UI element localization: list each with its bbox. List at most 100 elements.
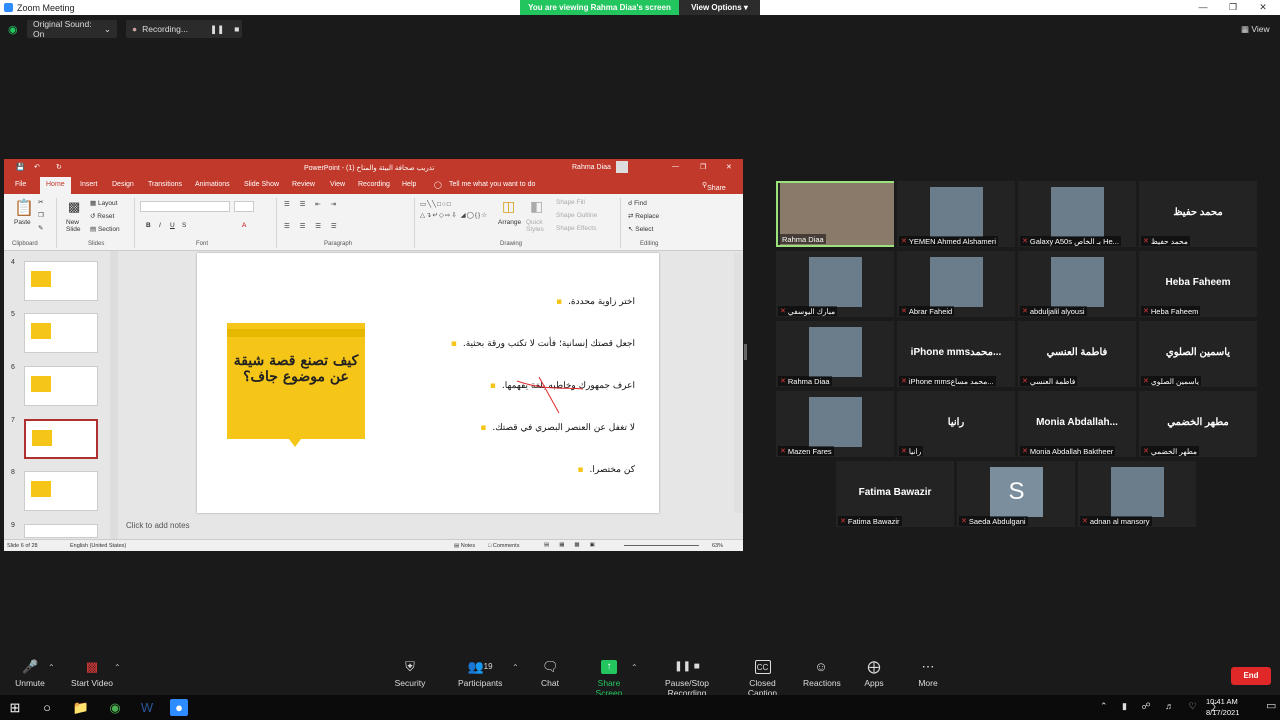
participant-tile[interactable]: فاطمة العنسي ✕ فاطمة العنسي: [1018, 321, 1136, 387]
chevron-up-icon[interactable]: ⌃: [512, 663, 519, 672]
participant-tile[interactable]: ياسمين الصلوي ✕ ياسمين الصلوي: [1139, 321, 1257, 387]
layout-button[interactable]: ▦ Layout: [90, 199, 117, 207]
replace-button[interactable]: ⇄ Replace: [628, 212, 659, 220]
closed-caption-button[interactable]: CC Closed Caption: [735, 657, 790, 698]
participant-tile[interactable]: ✕ abduljalil alyousi: [1018, 251, 1136, 317]
list-icons[interactable]: ☰ ☰ ⇤ ⇥: [284, 200, 340, 208]
comments-button[interactable]: □ Comments: [488, 543, 519, 549]
view-options-button[interactable]: View Options ▾: [679, 0, 760, 15]
participant-tile[interactable]: ✕ Abrar Faheid: [897, 251, 1015, 317]
participant-tile[interactable]: محمد حفيظ ✕ محمد حفيظ: [1139, 181, 1257, 247]
chrome-icon[interactable]: ◉: [106, 699, 124, 716]
participant-tile[interactable]: رانيا ✕ رانيا: [897, 391, 1015, 457]
participant-tile[interactable]: ✕ Mazen Fares: [776, 391, 894, 457]
arrange-button[interactable]: Arrange: [498, 219, 521, 226]
ppt-close-icon[interactable]: ✕: [726, 163, 732, 171]
undo-icon[interactable]: ↶: [34, 163, 40, 171]
pause-stop-recording-button[interactable]: ❚❚ ■ Pause/Stop Recording: [647, 657, 727, 698]
tab-insert[interactable]: Insert: [80, 181, 98, 188]
file-explorer-icon[interactable]: 📁: [72, 699, 90, 716]
slide-thumbnail[interactable]: [24, 524, 98, 538]
quick-styles-button[interactable]: Quick Styles: [526, 219, 550, 233]
shape-fill-button[interactable]: Shape Fill: [556, 199, 585, 206]
tab-review[interactable]: Review: [292, 181, 315, 188]
tab-animations[interactable]: Animations: [195, 181, 230, 188]
view-mode-icons[interactable]: ▤▦▩▣: [544, 542, 605, 548]
participant-tile[interactable]: Rahma Diaa: [776, 181, 894, 247]
find-button[interactable]: ☌ Find: [628, 199, 647, 207]
align-icons[interactable]: ☰ ☰ ☰ ☰: [284, 222, 341, 230]
save-icon[interactable]: 💾: [16, 163, 25, 171]
view-button[interactable]: ▦ View: [1241, 24, 1270, 35]
tell-me-search[interactable]: Tell me what you want to do: [449, 181, 535, 188]
participant-tile[interactable]: Fatima Bawazir ✕ Fatima Bawazir: [836, 461, 954, 527]
notes-pane[interactable]: Click to add notes: [122, 521, 737, 536]
redo-icon[interactable]: ↻: [56, 163, 62, 171]
end-meeting-button[interactable]: End: [1231, 667, 1271, 685]
share-button[interactable]: ⚲ Share: [702, 181, 726, 192]
minimize-icon[interactable]: —: [1188, 0, 1218, 15]
close-icon[interactable]: ✕: [1248, 0, 1278, 15]
paste-button[interactable]: Paste: [14, 219, 31, 226]
word-icon[interactable]: W: [138, 699, 156, 716]
arrange-icon[interactable]: ◫: [502, 198, 515, 215]
tab-recording[interactable]: Recording: [358, 181, 390, 188]
zoom-level[interactable]: 63%: [712, 543, 723, 549]
original-sound-button[interactable]: Original Sound: On ⌄: [27, 19, 117, 39]
start-video-button[interactable]: ▩ Start Video: [70, 657, 114, 689]
tab-slide-show[interactable]: Slide Show: [244, 181, 279, 188]
zoom-slider[interactable]: [624, 545, 699, 546]
tab-help[interactable]: Help: [402, 181, 416, 188]
ppt-maximize-icon[interactable]: ❐: [700, 163, 706, 171]
section-button[interactable]: ▤ Section: [90, 225, 120, 233]
italic-icon[interactable]: I: [159, 222, 161, 229]
slide-thumbnail[interactable]: [24, 366, 98, 406]
shape-effects-button[interactable]: Shape Effects: [556, 225, 596, 232]
participant-tile[interactable]: ✕ مبارك اليوسفي: [776, 251, 894, 317]
participants-button[interactable]: 👥19 Participants: [458, 657, 502, 689]
search-icon[interactable]: ○: [38, 699, 56, 716]
tab-home[interactable]: Home: [40, 177, 71, 194]
split-divider-handle[interactable]: [744, 344, 747, 360]
notifications-icon[interactable]: ▭: [1266, 699, 1276, 712]
quick-styles-icon[interactable]: ◧: [530, 198, 543, 215]
chevron-up-icon[interactable]: ⌃: [114, 663, 121, 672]
shadow-icon[interactable]: S: [182, 222, 186, 229]
slide-thumbnail[interactable]: [24, 261, 98, 301]
shield-icon[interactable]: ◉: [8, 23, 18, 36]
chat-button[interactable]: 🗨 Chat: [537, 657, 563, 689]
select-button[interactable]: ↖ Select: [628, 225, 653, 233]
participant-tile[interactable]: Heba Faheem ✕ Heba Faheem: [1139, 251, 1257, 317]
copy-icon[interactable]: ❐: [38, 211, 44, 219]
unmute-button[interactable]: 🎤 Unmute: [14, 657, 46, 689]
maximize-icon[interactable]: ❐: [1218, 0, 1248, 15]
slide-thumbnail[interactable]: [24, 471, 98, 511]
shapes-gallery[interactable]: ▭╲╲□○□ △↴↵◇⇨⇩ ◢◯{}☆: [420, 199, 492, 221]
tab-transitions[interactable]: Transitions: [148, 181, 182, 188]
participant-tile[interactable]: iPhone mmsمحمد... ✕ iPhone mmsمحمد مساع...: [897, 321, 1015, 387]
chevron-up-icon[interactable]: ⌃: [631, 663, 638, 672]
tab-file[interactable]: File: [15, 181, 26, 188]
slide-thumbnail-pane[interactable]: 4 5 6 7 8 9: [4, 251, 122, 539]
participant-tile[interactable]: ✕ Rahma Diaa: [776, 321, 894, 387]
more-button[interactable]: ⋯ More: [916, 657, 940, 689]
avatar[interactable]: [616, 161, 628, 173]
chevron-up-icon[interactable]: ⌃: [48, 663, 55, 672]
new-slide-icon[interactable]: ▩: [68, 199, 80, 215]
new-slide-button[interactable]: New Slide: [66, 219, 84, 233]
participant-tile[interactable]: S ✕ Saeda Abdulgani: [957, 461, 1075, 527]
slide-scrollbar[interactable]: [734, 253, 742, 513]
pause-recording-icon[interactable]: ❚❚: [210, 24, 224, 35]
format-painter-icon[interactable]: ✎: [38, 224, 43, 232]
tab-design[interactable]: Design: [112, 181, 134, 188]
reset-button[interactable]: ↺ Reset: [90, 212, 114, 220]
thumbnail-scrollbar[interactable]: [110, 251, 118, 539]
participant-tile[interactable]: ✕ Galaxy A50s بـ الخاص He...: [1018, 181, 1136, 247]
font-name-field[interactable]: [140, 201, 230, 212]
apps-button[interactable]: ⨁ Apps: [863, 657, 885, 689]
zoom-taskbar-icon[interactable]: ●: [170, 699, 188, 716]
participant-tile[interactable]: Monia Abdallah... ✕ Monia Abdallah Bakthee…: [1018, 391, 1136, 457]
underline-icon[interactable]: U: [170, 222, 175, 229]
slide-canvas[interactable]: كيف تصنع قصة شيقة عن موضوع جاف؟ اختر زاو…: [197, 253, 659, 513]
participant-tile[interactable]: مطهر الخضمي ✕ مطهر الخضمي: [1139, 391, 1257, 457]
